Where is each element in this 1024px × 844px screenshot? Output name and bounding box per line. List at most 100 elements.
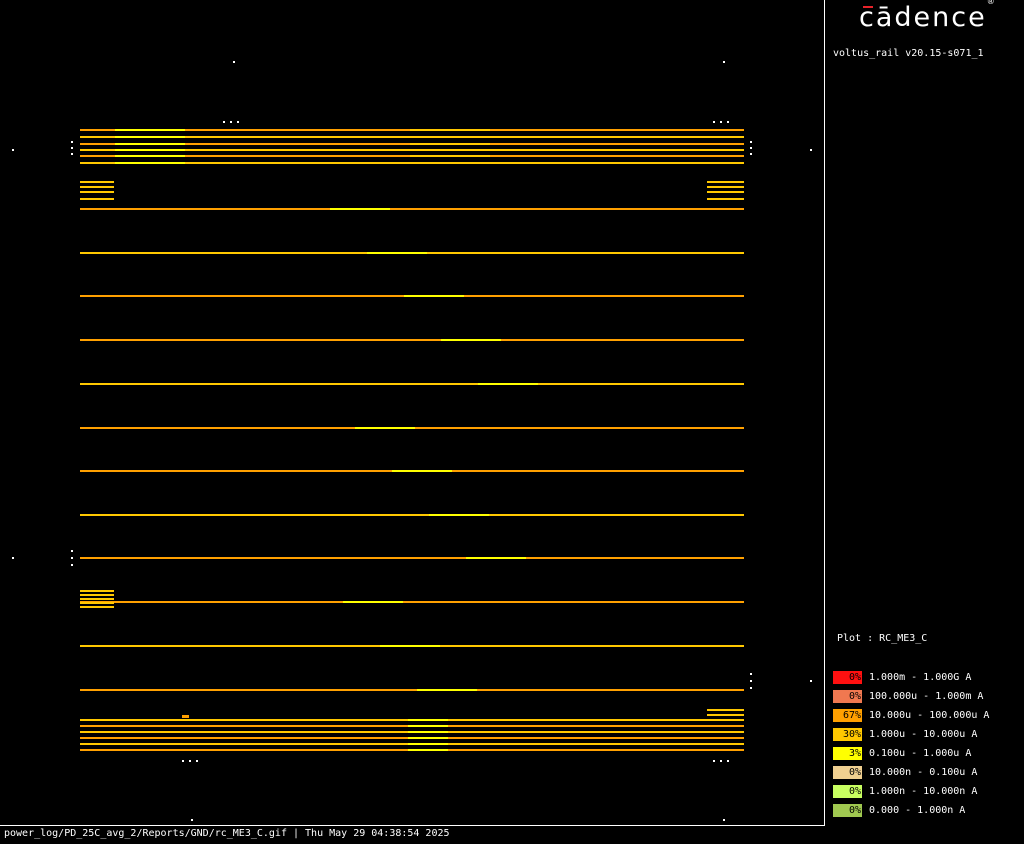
panel-divider-horizontal (0, 825, 825, 826)
rail-stripe (80, 383, 744, 385)
pin-marker (71, 153, 73, 155)
pin-marker (750, 673, 752, 675)
rail-hotspot (367, 252, 427, 254)
pin-marker (713, 121, 715, 123)
pin-marker (12, 557, 14, 559)
legend-range: 0.000 - 1.000n A (869, 805, 966, 816)
rail-hotspot (429, 514, 489, 516)
legend-sidebar: cādence® voltus_rail v20.15-s071_1 Plot … (825, 0, 1024, 825)
rail-hotspot (115, 149, 185, 151)
rail-stub (707, 709, 744, 711)
rail-hotspot (115, 136, 185, 138)
rail-hotspot (408, 725, 448, 727)
legend-range: 1.000m - 1.000G A (869, 672, 972, 683)
pin-marker (71, 141, 73, 143)
pin-marker (750, 687, 752, 689)
legend-swatch: 0% (833, 804, 862, 817)
legend-range: 1.000u - 10.000u A (869, 729, 978, 740)
rail-hotspot (417, 689, 477, 691)
rail-stripe (80, 557, 744, 559)
pin-marker (723, 61, 725, 63)
rail-plot-canvas[interactable] (0, 0, 824, 825)
legend-range: 1.000n - 10.000n A (869, 786, 978, 797)
rail-hotspot (330, 208, 390, 210)
rail-stripe (80, 208, 744, 210)
rail-hotspot (408, 749, 448, 751)
pin-marker (233, 61, 235, 63)
pin-marker (71, 147, 73, 149)
rail-stub (80, 594, 114, 596)
rail-hotspot (115, 162, 185, 164)
rail-hotspot (392, 470, 452, 472)
rail-hotspot (410, 149, 490, 151)
pin-marker (750, 147, 752, 149)
rail-hotspot (441, 339, 501, 341)
legend-swatch: 0% (833, 690, 862, 703)
rail-plot-svg (12, 61, 812, 821)
rail-stub (707, 186, 744, 188)
rail-stripe (80, 601, 744, 603)
legend-range: 100.000u - 1.000m A (869, 691, 984, 702)
pin-marker (71, 564, 73, 566)
tool-version: voltus_rail v20.15-s071_1 (833, 48, 984, 59)
pin-marker (720, 121, 722, 123)
rail-stub (80, 186, 114, 188)
rail-hotspot (410, 155, 490, 157)
rail-hotspot (408, 719, 448, 721)
rail-stub (182, 715, 189, 718)
pin-marker (810, 149, 812, 151)
rail-hotspot (410, 143, 490, 145)
pin-marker (750, 680, 752, 682)
rail-hotspot (408, 737, 448, 739)
rail-hotspot (115, 143, 185, 145)
rail-hotspot (478, 383, 538, 385)
legend-swatch: 0% (833, 785, 862, 798)
rail-stub (707, 198, 744, 200)
rail-hotspot (408, 731, 448, 733)
pin-marker (182, 760, 184, 762)
pin-marker (727, 760, 729, 762)
pin-marker (720, 760, 722, 762)
status-footer: power_log/PD_25C_avg_2/Reports/GND/rc_ME… (4, 828, 450, 839)
rail-stub (80, 606, 114, 608)
rail-hotspot (343, 601, 403, 603)
rail-stub (80, 181, 114, 183)
rail-hotspot (410, 136, 490, 138)
rail-stub (707, 191, 744, 193)
rail-stub (80, 198, 114, 200)
pin-marker (810, 680, 812, 682)
pin-marker (71, 550, 73, 552)
pin-marker (223, 121, 225, 123)
pin-marker (230, 121, 232, 123)
legend-swatch: 67% (833, 709, 862, 722)
rail-hotspot (404, 295, 464, 297)
rail-stripe (80, 689, 744, 691)
legend-swatch: 0% (833, 671, 862, 684)
pin-marker (189, 760, 191, 762)
rail-stub (80, 590, 114, 592)
plot-name: Plot : RC_ME3_C (837, 633, 928, 644)
pin-marker (71, 557, 73, 559)
pin-marker (237, 121, 239, 123)
legend-swatch: 0% (833, 766, 862, 779)
legend-swatch: 3% (833, 747, 862, 760)
rail-hotspot (410, 129, 490, 131)
rail-stub (80, 602, 114, 604)
rail-stub (707, 714, 744, 716)
rail-stub (80, 598, 114, 600)
rail-hotspot (466, 557, 526, 559)
pin-marker (196, 760, 198, 762)
rail-stripe (80, 514, 744, 516)
legend-range: 10.000u - 100.000u A (869, 710, 990, 721)
rail-hotspot (410, 162, 490, 164)
pin-marker (12, 149, 14, 151)
rail-stub (80, 191, 114, 193)
pin-marker (727, 121, 729, 123)
pin-marker (191, 819, 193, 821)
pin-marker (750, 141, 752, 143)
rail-stub (707, 181, 744, 183)
rail-stripe (80, 339, 744, 341)
pin-marker (750, 153, 752, 155)
rail-hotspot (408, 743, 448, 745)
pin-marker (723, 819, 725, 821)
